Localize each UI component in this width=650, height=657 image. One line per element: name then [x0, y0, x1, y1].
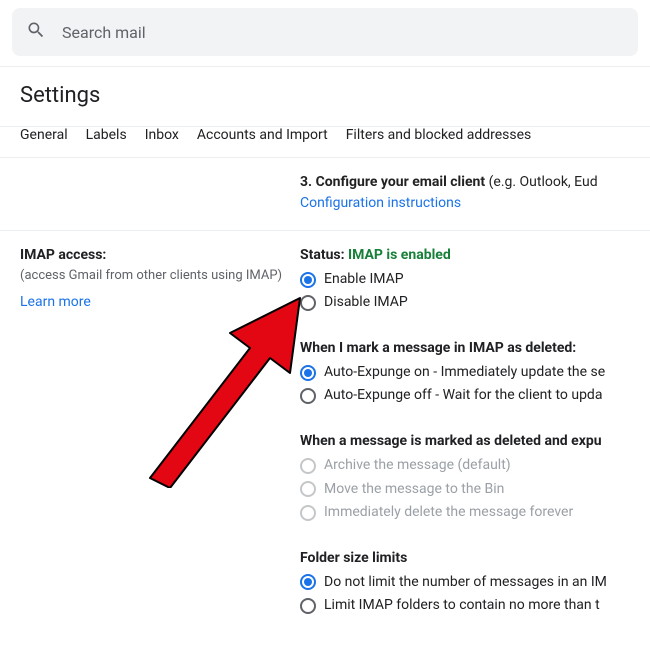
archive-message-option[interactable]: Archive the message (default) [300, 455, 650, 477]
imap-status: Status: IMAP is enabled [300, 245, 650, 267]
radio-icon [300, 598, 316, 614]
tab-inbox[interactable]: Inbox [145, 127, 179, 143]
status-label: Status: [300, 247, 348, 263]
search-placeholder: Search mail [62, 23, 146, 42]
configure-step-rest: (e.g. Outlook, Eud [485, 174, 598, 190]
imap-access-sub: (access Gmail from other clients using I… [20, 266, 300, 286]
no-limit-label: Do not limit the number of messages in a… [324, 572, 607, 594]
enable-imap-label: Enable IMAP [324, 269, 404, 291]
auto-expunge-on-label: Auto-Expunge on - Immediately update the… [324, 362, 605, 384]
configure-client-section: 3. Configure your email client (e.g. Out… [0, 158, 650, 230]
configuration-instructions-link[interactable]: Configuration instructions [300, 193, 650, 214]
expunged-behavior-heading: When a message is marked as deleted and … [300, 431, 650, 453]
tab-accounts-import[interactable]: Accounts and Import [197, 127, 328, 143]
limit-folders-option[interactable]: Limit IMAP folders to contain no more th… [300, 595, 650, 617]
tab-filters-blocked[interactable]: Filters and blocked addresses [346, 127, 532, 143]
configure-step-label: 3. Configure your email client [300, 174, 485, 190]
radio-icon [300, 505, 316, 521]
move-to-bin-option[interactable]: Move the message to the Bin [300, 479, 650, 501]
learn-more-link[interactable]: Learn more [20, 292, 300, 313]
radio-icon [300, 272, 316, 288]
folder-limits-heading: Folder size limits [300, 548, 650, 570]
delete-behavior-heading: When I mark a message in IMAP as deleted… [300, 338, 650, 360]
delete-forever-option[interactable]: Immediately delete the message forever [300, 502, 650, 524]
settings-tabs: General Labels Inbox Accounts and Import… [0, 127, 650, 157]
limit-folders-label: Limit IMAP folders to contain no more th… [324, 595, 600, 617]
move-to-bin-label: Move the message to the Bin [324, 479, 504, 501]
radio-icon [300, 458, 316, 474]
disable-imap-option[interactable]: Disable IMAP [300, 292, 650, 314]
radio-icon [300, 574, 316, 590]
auto-expunge-off-label: Auto-Expunge off - Wait for the client t… [324, 385, 602, 407]
tab-general[interactable]: General [20, 127, 68, 143]
imap-access-heading: IMAP access: [20, 245, 300, 266]
status-value: IMAP is enabled [348, 247, 451, 263]
disable-imap-label: Disable IMAP [324, 292, 408, 314]
enable-imap-option[interactable]: Enable IMAP [300, 269, 650, 291]
radio-icon [300, 295, 316, 311]
archive-message-label: Archive the message (default) [324, 455, 511, 477]
delete-forever-label: Immediately delete the message forever [324, 502, 573, 524]
radio-icon [300, 481, 316, 497]
page-title: Settings [0, 67, 650, 126]
radio-icon [300, 365, 316, 381]
no-limit-option[interactable]: Do not limit the number of messages in a… [300, 572, 650, 594]
imap-access-right: Status: IMAP is enabled Enable IMAP Disa… [300, 245, 650, 617]
imap-access-left: IMAP access: (access Gmail from other cl… [0, 245, 300, 617]
auto-expunge-on-option[interactable]: Auto-Expunge on - Immediately update the… [300, 362, 650, 384]
imap-access-section: IMAP access: (access Gmail from other cl… [0, 230, 650, 617]
search-icon [26, 20, 46, 44]
search-bar[interactable]: Search mail [12, 8, 638, 56]
radio-icon [300, 388, 316, 404]
auto-expunge-off-option[interactable]: Auto-Expunge off - Wait for the client t… [300, 385, 650, 407]
tab-labels[interactable]: Labels [86, 127, 127, 143]
